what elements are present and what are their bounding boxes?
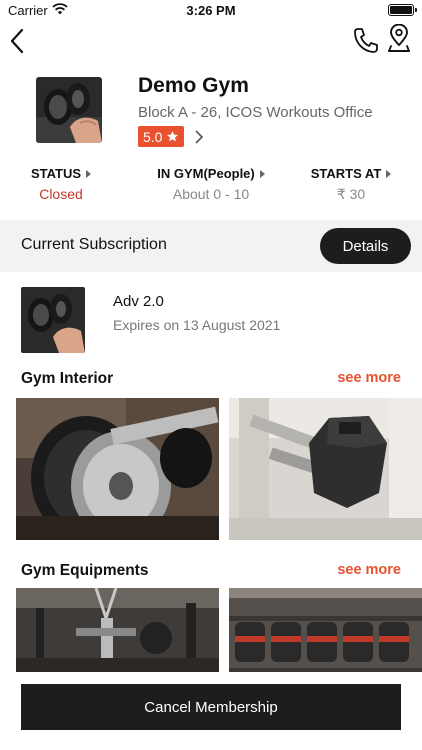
equipment-photo-1[interactable] (16, 588, 219, 678)
section-title-equipments: Gym Equipments (21, 562, 149, 579)
subscription-title: Current Subscription (21, 236, 167, 253)
interior-photo-1[interactable] (16, 398, 219, 540)
interior-photo-2[interactable] (229, 398, 422, 540)
triangle-right-icon (386, 169, 392, 178)
back-chevron-icon[interactable] (6, 26, 30, 56)
stat-in-gym[interactable]: IN GYM(People) About 0 - 10 (150, 166, 272, 202)
see-more-equipments-link[interactable]: see more (337, 562, 401, 578)
cancel-membership-button[interactable]: Cancel Membership (21, 684, 401, 730)
star-icon (167, 131, 179, 142)
see-more-interior-link[interactable]: see more (337, 370, 401, 386)
stat-label: STATUS (30, 166, 82, 181)
location-pin-icon[interactable] (386, 24, 412, 54)
gym-thumbnail (36, 77, 102, 143)
rating-badge[interactable]: 5.0 (138, 126, 185, 147)
plan-name: Adv 2.0 (113, 293, 164, 310)
subscription-plan: Adv 2.0 Expires on 13 August 2021 (0, 286, 422, 356)
gym-address: Block A - 26, ICOS Workouts Office (138, 104, 373, 121)
stat-status[interactable]: STATUS Closed (20, 166, 102, 202)
nav-bar (0, 24, 422, 58)
details-button[interactable]: Details (320, 228, 411, 264)
stat-value: ₹ 30 (336, 186, 366, 202)
status-bar: Carrier 3:26 PM (0, 0, 422, 22)
subscription-bar: Current Subscription Details (0, 220, 422, 272)
stat-starts-at[interactable]: STARTS AT ₹ 30 (305, 166, 397, 203)
chevron-right-icon[interactable] (193, 128, 205, 146)
rating-value: 5.0 (143, 128, 163, 145)
plan-expiry: Expires on 13 August 2021 (113, 317, 281, 333)
gym-name: Demo Gym (138, 74, 249, 97)
battery-icon (388, 4, 417, 16)
stat-label: STARTS AT (310, 166, 382, 181)
stats-row: STATUS Closed IN GYM(People) About 0 - 1… (0, 166, 422, 206)
plan-thumbnail (21, 287, 85, 353)
stat-label: IN GYM(People) (157, 166, 255, 181)
phone-icon[interactable] (352, 26, 378, 54)
gym-header: Demo Gym Block A - 26, ICOS Workouts Off… (0, 74, 422, 154)
clock: 3:26 PM (186, 3, 236, 18)
equipment-photo-2[interactable] (229, 588, 422, 678)
stat-value: About 0 - 10 (172, 186, 250, 202)
section-title-interior: Gym Interior (21, 370, 114, 387)
bottom-action-area: Cancel Membership (0, 672, 422, 750)
triangle-right-icon (86, 169, 92, 178)
triangle-right-icon (259, 169, 265, 178)
stat-value: Closed (39, 186, 83, 202)
